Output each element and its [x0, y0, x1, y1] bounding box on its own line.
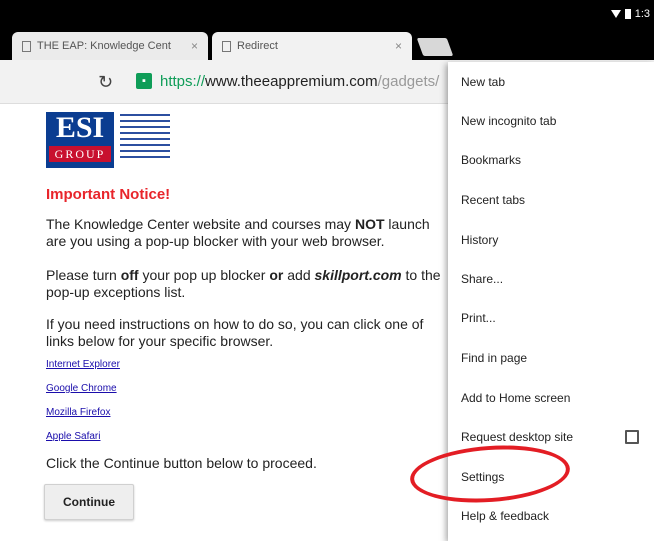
new-tab-button[interactable]	[416, 38, 454, 56]
menu-item-add-to-home-screen[interactable]: Add to Home screen	[461, 391, 570, 411]
page-content: ESI GROUP Important Notice! The Knowledg…	[0, 104, 448, 541]
text-span: add	[283, 267, 315, 283]
proceed-instruction: Click the Continue button below to proce…	[46, 455, 317, 471]
text-bold: NOT	[354, 216, 385, 232]
menu-item-bookmarks[interactable]: Bookmarks	[461, 153, 521, 173]
tab-redirect[interactable]: Redirect ×	[212, 32, 412, 60]
text-italic: skillport.com	[314, 267, 402, 283]
notice-paragraph-1: The Knowledge Center website and courses…	[46, 216, 430, 250]
logo-tagline-lines	[120, 114, 170, 168]
text-bold: or	[269, 267, 284, 283]
text-span: launch	[384, 216, 430, 232]
url-path: /gadgets/	[377, 73, 440, 90]
text-bold: off	[120, 267, 139, 283]
wifi-icon	[610, 10, 621, 18]
menu-item-recent-tabs[interactable]: Recent tabs	[461, 193, 525, 213]
link-google-chrome[interactable]: Google Chrome	[46, 383, 117, 394]
menu-item-history[interactable]: History	[461, 233, 498, 253]
tab-knowledge-center[interactable]: THE EAP: Knowledge Cent ×	[12, 32, 208, 60]
text-span: are you using a pop-up blocker with your…	[46, 233, 385, 249]
close-icon[interactable]: ×	[395, 39, 402, 53]
reload-icon[interactable]: ↻	[98, 72, 113, 93]
logo-text-top: ESI	[55, 111, 105, 144]
logo-box: ESI GROUP	[46, 112, 114, 168]
url-scheme: https://	[160, 73, 206, 90]
notice-paragraph-3: If you need instructions on how to do so…	[46, 316, 423, 350]
esi-group-logo: ESI GROUP	[46, 112, 170, 168]
tab-title: THE EAP: Knowledge Cent	[37, 40, 171, 52]
status-bar: 1:3	[0, 0, 654, 30]
close-icon[interactable]: ×	[191, 39, 198, 53]
text-span: If you need instructions on how to do so…	[46, 316, 424, 332]
battery-icon	[624, 9, 631, 19]
request-desktop-site-checkbox[interactable]	[625, 430, 639, 444]
link-mozilla-firefox[interactable]: Mozilla Firefox	[46, 407, 110, 418]
tab-title: Redirect	[237, 40, 278, 52]
page-icon	[22, 40, 31, 52]
notice-title: Important Notice!	[46, 186, 171, 203]
continue-button[interactable]: Continue	[44, 484, 134, 520]
secure-lock-icon[interactable]: ▪	[136, 73, 152, 89]
link-internet-explorer[interactable]: Internet Explorer	[46, 359, 120, 370]
url-bar[interactable]: https://www.theeappremium.com/gadgets/	[160, 73, 439, 90]
url-host: www.theeappremium.com	[205, 73, 378, 90]
page-icon	[222, 40, 231, 52]
tab-strip: THE EAP: Knowledge Cent × Redirect ×	[0, 30, 654, 60]
text-span: The Knowledge Center website and courses…	[46, 216, 355, 232]
menu-item-print[interactable]: Print...	[461, 311, 496, 331]
text-span: links below for your specific browser.	[46, 333, 274, 349]
status-icons: 1:3	[610, 8, 650, 20]
status-time: 1:3	[634, 8, 650, 20]
text-span: Please turn	[46, 267, 121, 283]
link-apple-safari[interactable]: Apple Safari	[46, 431, 100, 442]
logo-text-bottom: GROUP	[49, 146, 111, 162]
text-span: to the	[401, 267, 441, 283]
menu-item-new-incognito-tab[interactable]: New incognito tab	[461, 114, 556, 134]
text-span: pop-up exceptions list.	[46, 284, 186, 300]
notice-paragraph-2: Please turn off your pop up blocker or a…	[46, 267, 441, 301]
text-span: your pop up blocker	[138, 267, 270, 283]
menu-item-new-tab[interactable]: New tab	[461, 75, 505, 95]
menu-item-share[interactable]: Share...	[461, 272, 503, 292]
menu-item-find-in-page[interactable]: Find in page	[461, 351, 527, 371]
menu-item-help-feedback[interactable]: Help & feedback	[461, 509, 549, 529]
